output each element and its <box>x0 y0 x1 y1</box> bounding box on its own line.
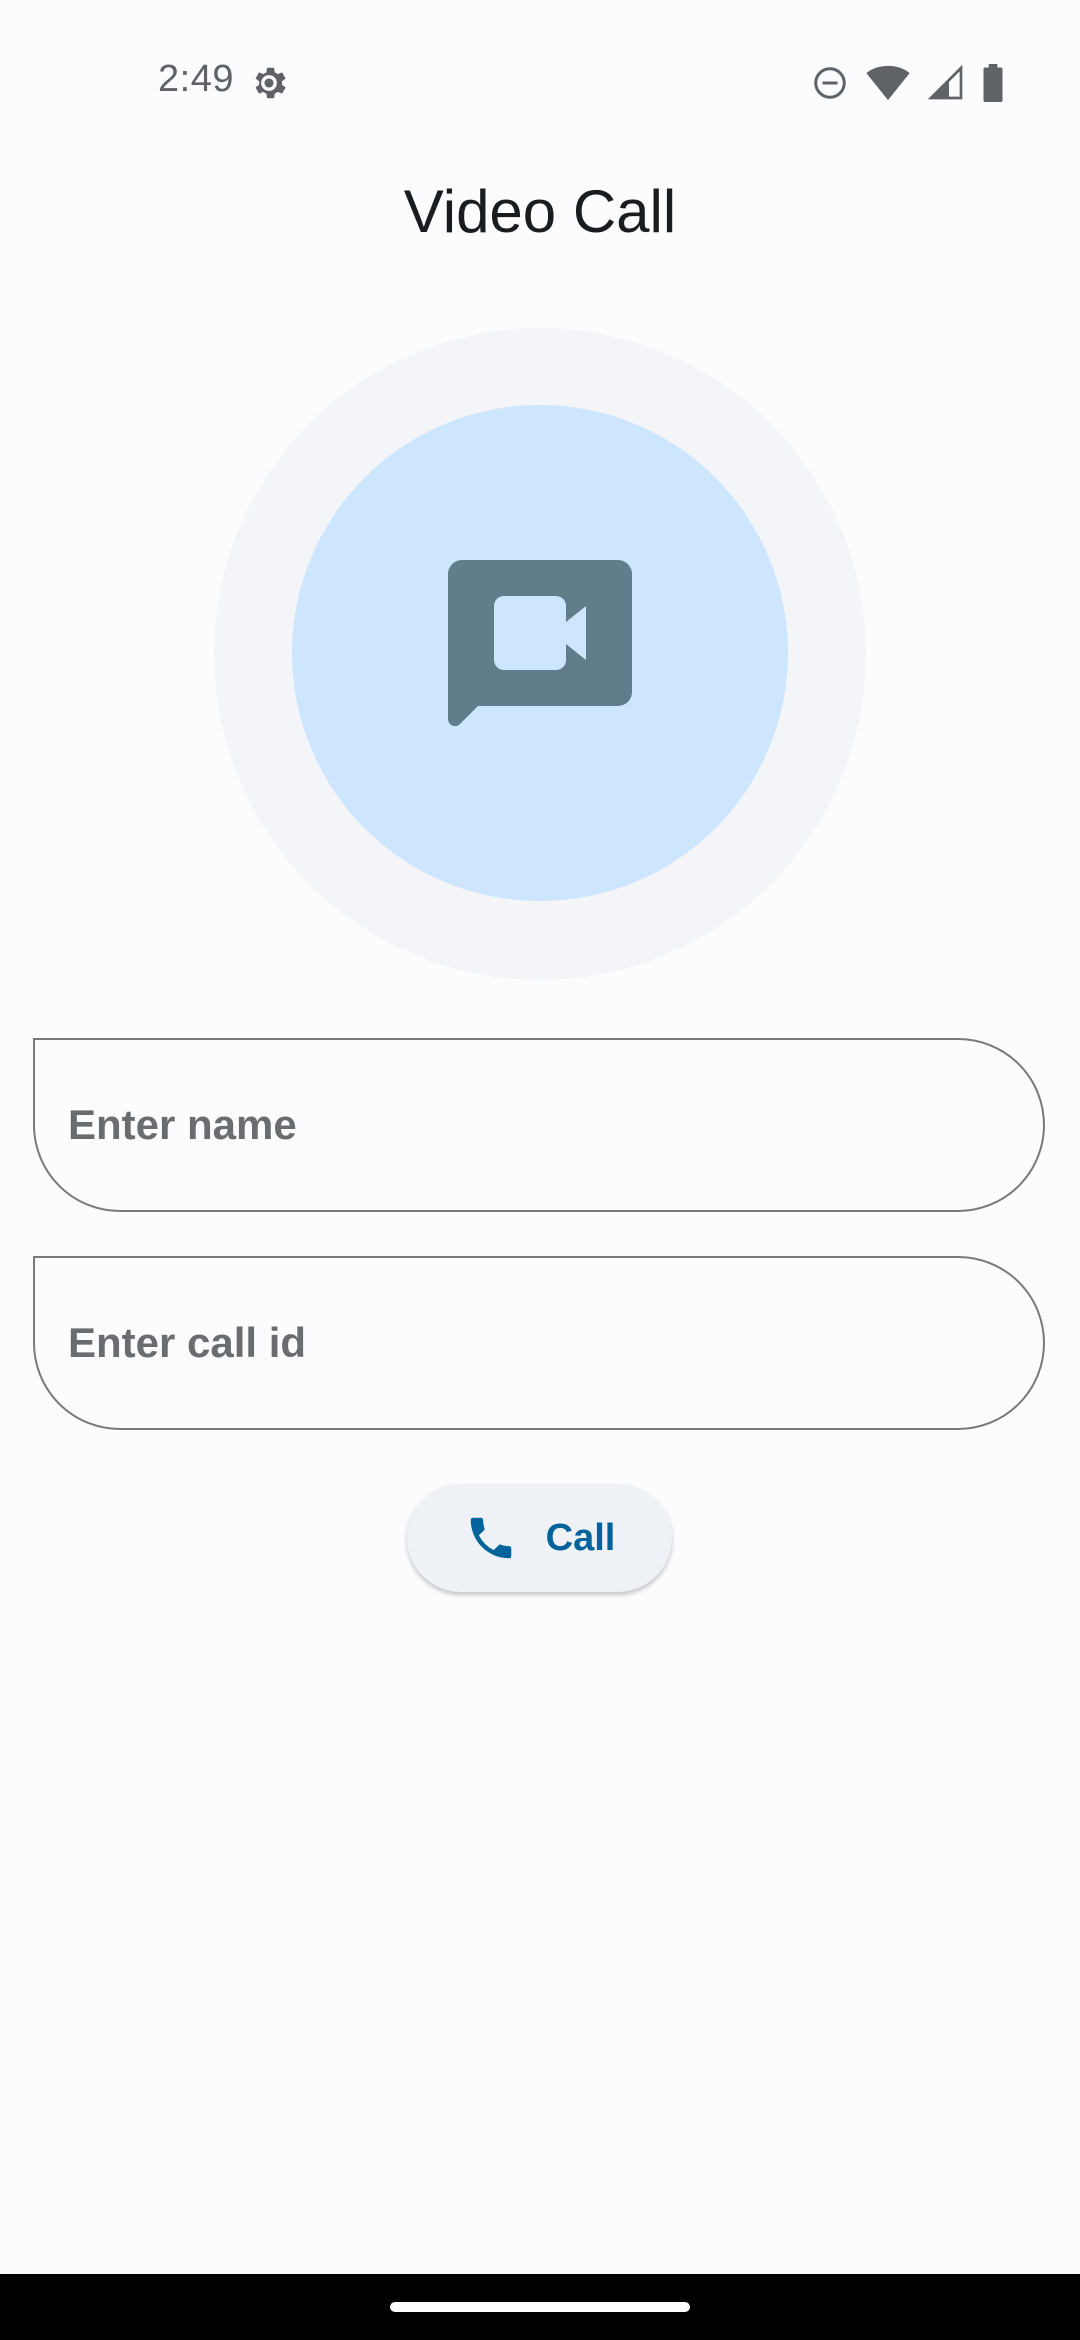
do-not-disturb-icon <box>814 67 846 99</box>
status-icons <box>812 62 1004 104</box>
status-time: 2:49 <box>158 58 234 100</box>
page-title: Video Call <box>403 178 677 245</box>
call-id-field[interactable] <box>33 1256 1045 1430</box>
name-input[interactable] <box>35 1040 1043 1210</box>
navigation-bar <box>0 2274 1080 2340</box>
call-button-label: Call <box>545 1516 616 1559</box>
call-id-input[interactable] <box>35 1258 1043 1428</box>
home-gesture-handle[interactable] <box>390 2302 690 2312</box>
status-bar: 2:49 <box>0 0 1080 165</box>
name-field[interactable] <box>33 1038 1045 1212</box>
battery-icon <box>983 64 1003 102</box>
settings-gear-icon <box>255 67 286 99</box>
call-button[interactable]: Call <box>407 1484 672 1592</box>
wifi-icon <box>866 65 910 101</box>
phone-icon <box>470 1517 511 1559</box>
cell-signal-icon <box>928 65 963 100</box>
video-chat-icon <box>448 560 632 727</box>
screen: 2:49 Video Call Enter name Enter call id… <box>0 0 1080 2340</box>
